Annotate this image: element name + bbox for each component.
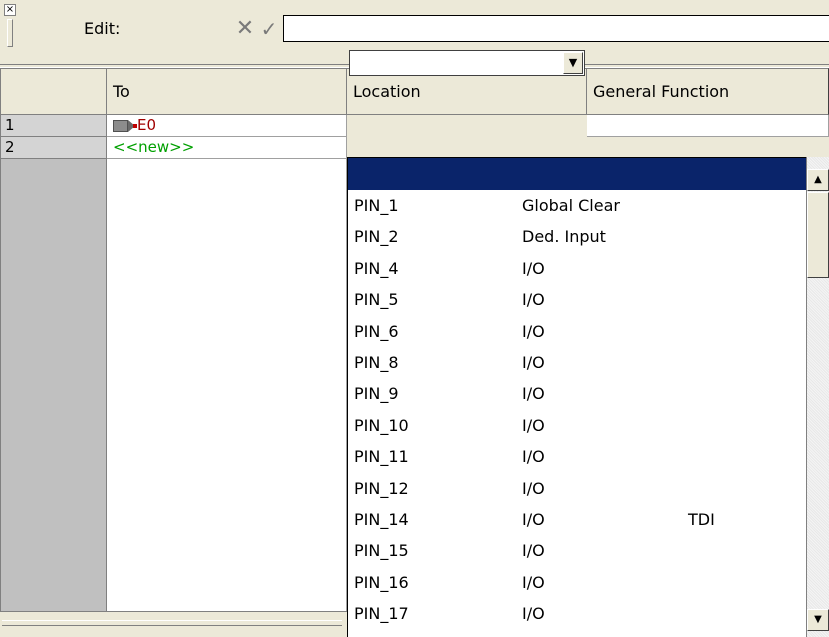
cancel-edit-button[interactable]: ✕ [234, 18, 256, 42]
dropdown-option[interactable]: PIN_15 I/O [348, 535, 808, 566]
option-pin: PIN_8 [354, 353, 399, 372]
node-name: E0 [137, 116, 157, 134]
edit-toolbar: × Edit: ✕ ✓ [0, 0, 829, 54]
option-function: I/O [522, 321, 545, 341]
option-function: I/O [522, 541, 545, 561]
option-pin: PIN_14 [354, 510, 409, 529]
option-function: I/O [522, 258, 545, 278]
option-function: I/O [522, 384, 545, 404]
option-pin: PIN_11 [354, 447, 409, 467]
edit-input[interactable] [283, 15, 829, 42]
option-function: I/O [522, 572, 545, 592]
dropdown-option[interactable]: PIN_8 I/O [348, 347, 808, 378]
dropdown-option[interactable]: PIN_4 I/O [348, 253, 808, 284]
location-combobox[interactable]: ▼ [349, 50, 585, 76]
dropdown-option[interactable]: PIN_11 I/O [348, 441, 808, 472]
cell-to-new-row[interactable]: <<new>> [107, 137, 347, 159]
option-pin: PIN_9 [354, 384, 399, 404]
option-function: I/O [522, 290, 545, 310]
scroll-up-icon[interactable]: ▲ [807, 169, 829, 191]
option-function: I/O [522, 478, 545, 498]
row-header-1[interactable]: 1 [0, 115, 107, 137]
option-function: I/O [522, 510, 545, 529]
dropdown-option[interactable]: PIN_10 I/O [348, 410, 808, 441]
dropdown-option[interactable]: PIN_16 I/O [348, 567, 808, 598]
column-header-general-function[interactable]: General Function [587, 68, 829, 115]
close-icon[interactable]: × [4, 4, 16, 16]
cell-general-function-row-1[interactable] [587, 115, 829, 137]
scroll-thumb[interactable] [2, 620, 342, 626]
dropdown-option[interactable]: PIN_9 I/O [348, 378, 808, 409]
option-pin: PIN_15 [354, 541, 409, 561]
option-function: Ded. Input [522, 227, 606, 247]
dropdown-selected-blank-item[interactable] [348, 158, 808, 190]
grid-empty-area [107, 159, 347, 611]
option-function: I/O [522, 604, 545, 624]
option-pin: PIN_6 [354, 321, 399, 341]
option-function: I/O [522, 447, 545, 467]
option-special: TDI [688, 510, 715, 529]
dropdown-option[interactable]: PIN_1 Global Clear [348, 190, 808, 221]
option-pin: PIN_1 [354, 196, 399, 215]
option-pin: PIN_12 [354, 478, 409, 498]
dropdown-option[interactable]: PIN_6 I/O [348, 316, 808, 347]
horizontal-scrollbar[interactable] [0, 611, 347, 637]
option-pin: PIN_5 [354, 290, 399, 310]
drag-handle[interactable] [7, 19, 13, 47]
scroll-down-icon[interactable]: ▼ [807, 609, 829, 631]
option-function: Global Clear [522, 196, 620, 215]
grid-corner[interactable] [0, 68, 107, 115]
edit-label: Edit: [84, 19, 121, 38]
dropdown-option[interactable]: PIN_2 Ded. Input [348, 221, 808, 252]
row-header-2[interactable]: 2 [0, 137, 107, 159]
option-pin: PIN_2 [354, 227, 399, 247]
dropdown-option[interactable]: PIN_5 I/O [348, 284, 808, 315]
cell-to-row-1[interactable]: E0 [107, 115, 347, 137]
option-function: I/O [522, 353, 545, 372]
option-pin: PIN_4 [354, 258, 399, 278]
dropdown-option[interactable]: PIN_14 I/O TDI [348, 504, 808, 535]
location-dropdown-list[interactable]: PIN_1 Global Clear PIN_2 Ded. Input PIN_4 I/O… [347, 157, 829, 637]
output-pin-icon [113, 119, 137, 132]
chevron-down-icon[interactable]: ▼ [563, 52, 583, 74]
dropdown-option[interactable]: PIN_12 I/O [348, 473, 808, 504]
accept-edit-button[interactable]: ✓ [258, 18, 280, 42]
column-header-to[interactable]: To [107, 68, 347, 115]
dropdown-option[interactable]: PIN_17 I/O [348, 598, 808, 629]
scroll-thumb[interactable] [807, 192, 829, 278]
toolbar-grip[interactable]: × [4, 4, 16, 48]
row-header-empty [0, 159, 107, 611]
option-function: I/O [522, 415, 545, 435]
vertical-scrollbar[interactable]: ▲ ▼ [806, 157, 829, 637]
option-pin: PIN_17 [354, 604, 409, 624]
option-pin: PIN_16 [354, 572, 409, 592]
option-pin: PIN_10 [354, 415, 409, 435]
